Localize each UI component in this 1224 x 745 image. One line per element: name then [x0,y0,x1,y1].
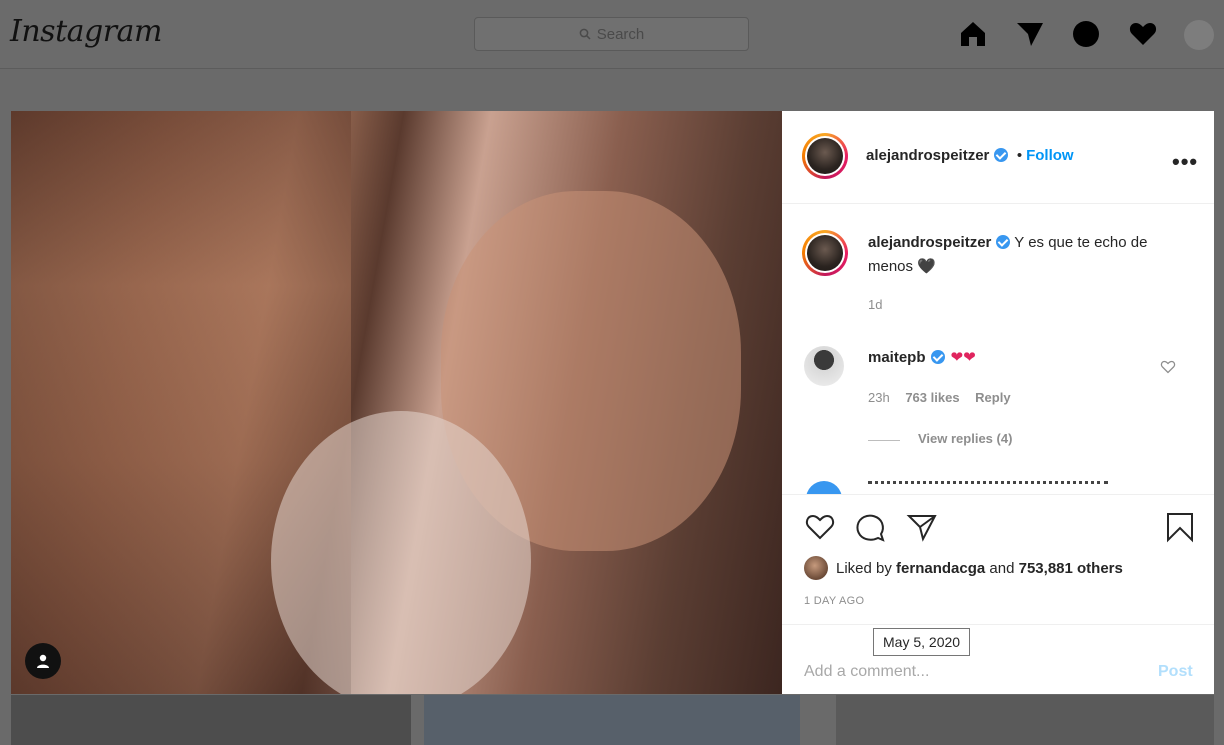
grid-thumbnail[interactable] [424,695,800,745]
post-side-panel: alejandrospeitzer • Follow ••• alejandros… [782,111,1214,694]
next-comment-clipped [782,481,1214,495]
verified-badge-icon [930,350,945,364]
likes-summary: Liked by fernandacga and 753,881 others [804,556,1123,580]
share-icon[interactable] [906,511,938,543]
verified-badge-icon [994,148,1009,162]
post-comment-button[interactable]: Post [1158,663,1193,681]
user-tag-icon[interactable] [25,643,61,679]
post-caption: alejandrospeitzer Y es que te echo de me… [868,231,1188,317]
post-photo[interactable] [11,111,782,694]
profile-avatar[interactable] [1184,20,1214,50]
separator: • [1016,147,1023,164]
liker-avatar[interactable] [804,556,828,580]
comment-username[interactable]: maitepb [868,349,926,366]
top-nav-bar: Instagram Search [0,0,1224,69]
search-placeholder: Search [596,25,645,43]
author-username[interactable]: alejandrospeitzer [866,147,989,164]
commenter-avatar[interactable] [804,346,844,386]
follow-button[interactable]: Follow [1026,147,1074,164]
verified-badge-icon [996,235,1011,249]
action-bar [782,494,1214,555]
caption-age[interactable]: 1d [868,293,1188,317]
save-icon[interactable] [1165,511,1195,543]
author-avatar[interactable] [802,133,848,179]
explore-icon[interactable] [1070,18,1102,50]
add-comment-row: Add a comment... Post [782,624,1214,695]
replies-divider [868,440,900,441]
activity-heart-icon[interactable] [1127,18,1159,50]
search-icon [579,28,591,40]
search-input[interactable]: Search [474,17,749,51]
like-icon[interactable] [804,511,836,543]
post-header: alejandrospeitzer • Follow ••• [782,111,1214,204]
caption-author-avatar[interactable] [802,230,848,276]
comment-text-clipped [868,481,1108,495]
likes-others[interactable]: 753,881 others [1019,560,1123,577]
grid-thumbnail[interactable] [836,695,1214,745]
author-line: alejandrospeitzer • Follow [866,147,1074,165]
view-replies-button[interactable]: View replies (4) [918,431,1012,446]
comment-likes[interactable]: 763 likes [905,390,959,405]
caption-username[interactable]: alejandrospeitzer [868,234,991,251]
comment-text: ❤❤ [950,349,976,366]
home-icon[interactable] [957,18,989,50]
date-tooltip: May 5, 2020 [873,628,971,656]
add-comment-input[interactable]: Add a comment... [804,663,929,681]
liker-username[interactable]: fernandacga [896,560,985,577]
instagram-logo[interactable]: Instagram [10,14,162,49]
grid-thumbnail[interactable] [11,695,411,745]
comment-age[interactable]: 23h [868,390,890,405]
direct-icon[interactable] [1014,18,1046,50]
comment-meta: 23h 763 likes Reply [868,390,1011,405]
comment-like-icon[interactable] [1160,359,1176,375]
more-options-icon[interactable]: ••• [1172,149,1198,175]
commenter-avatar [806,481,842,495]
reply-button[interactable]: Reply [975,390,1010,405]
comment: maitepb ❤❤ [868,348,976,366]
photo-region [271,411,531,694]
comment-icon[interactable] [854,511,886,543]
post-time-ago[interactable]: 1 DAY AGO [804,595,864,607]
likes-prefix: Liked by [836,559,892,577]
likes-and: and [989,559,1015,577]
